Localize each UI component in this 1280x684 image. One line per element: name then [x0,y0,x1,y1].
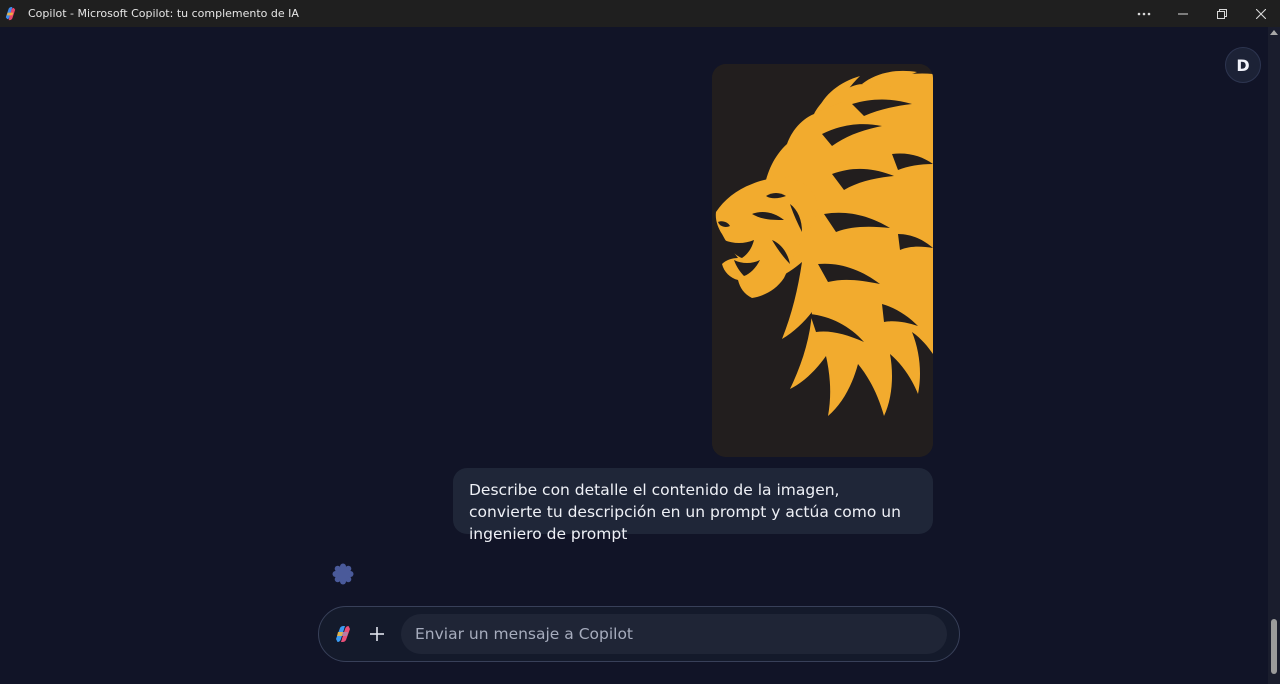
chat-area [0,27,1268,684]
minimize-icon [1177,13,1188,14]
user-message-text: Describe con detalle el contenido de la … [469,481,901,543]
lion-illustration [712,64,933,457]
scroll-thumb[interactable] [1271,619,1277,674]
plus-icon [370,627,384,641]
close-button[interactable] [1241,0,1280,27]
title-bar: Copilot - Microsoft Copilot: tu compleme… [0,0,1280,27]
window-title: Copilot - Microsoft Copilot: tu compleme… [28,7,299,20]
close-icon [1255,8,1266,19]
restore-icon [1216,8,1227,19]
message-input[interactable] [401,614,947,654]
thinking-spinner-icon [332,563,354,585]
add-button[interactable] [366,623,388,645]
message-composer [318,606,960,662]
avatar-initial: D [1236,55,1250,75]
scrollbar[interactable] [1268,27,1280,684]
restore-button[interactable] [1202,0,1241,27]
minimize-button[interactable] [1163,0,1202,27]
scroll-up-arrow-icon[interactable] [1270,30,1278,35]
more-options-button[interactable] [1124,0,1163,27]
copilot-logo-icon[interactable] [332,623,354,645]
user-message-bubble: Describe con detalle el contenido de la … [453,468,933,543]
more-options-icon [1137,12,1150,15]
user-avatar[interactable]: D [1225,47,1261,83]
copilot-app-icon [5,6,16,21]
attached-image[interactable] [712,64,933,457]
